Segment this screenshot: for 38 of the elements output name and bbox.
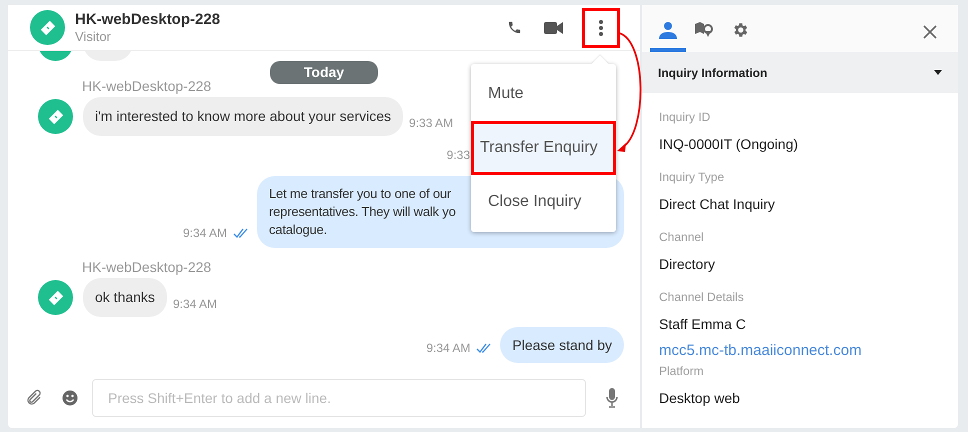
avatar-icon	[38, 280, 73, 315]
avatar-icon	[30, 10, 65, 45]
field-label: Channel	[659, 229, 705, 246]
avatar-icon	[38, 99, 73, 134]
more-icon	[599, 20, 603, 36]
menu-item[interactable]: Transfer Enquiry	[471, 121, 616, 175]
field-label: Platform	[659, 363, 705, 380]
microphone-icon	[606, 388, 618, 408]
message-time: 9:34 AM	[182, 225, 227, 242]
field-value: Direct Chat Inquiry	[659, 195, 776, 214]
field-label: Channel Details	[659, 289, 745, 306]
field-value: INQ-0000IT (Ongoing)	[659, 135, 800, 154]
caret-icon	[934, 70, 942, 75]
section-header[interactable]: Inquiry Information	[642, 52, 958, 93]
incoming-message: i'm interested to know more about your services	[83, 97, 404, 136]
smiley-icon	[62, 390, 78, 406]
more-options-button[interactable]	[582, 8, 620, 48]
menu-item[interactable]: Mute	[471, 67, 616, 121]
date-divider: Today	[270, 61, 378, 84]
outgoing-message: Please stand by	[500, 327, 624, 363]
field-value: Staff Emma C	[659, 315, 747, 334]
map-pin-icon	[694, 21, 714, 39]
contact-name: HK-webDesktop-228	[75, 10, 220, 28]
field-value: Directory	[659, 255, 716, 274]
message-time: 9:34 AM	[426, 340, 470, 357]
sender-name: HK-webDesktop-228	[82, 77, 212, 95]
field-value: Desktop web	[659, 389, 741, 408]
field-label: Inquiry ID	[659, 109, 712, 126]
incoming-message: ok thanks	[83, 278, 167, 317]
contact-status: Visitor	[75, 28, 112, 44]
field-label: Inquiry Type	[659, 169, 726, 186]
message-input[interactable]: Press Shift+Enter to add a new line.	[92, 379, 586, 417]
sender-name: HK-webDesktop-228	[82, 258, 212, 276]
message-time: 9:33	[446, 147, 470, 164]
message-time: 9:33 AM	[409, 114, 454, 132]
menu-item[interactable]: Close Inquiry	[471, 175, 616, 229]
person-icon	[657, 21, 679, 39]
message-time: 9:34 AM	[172, 296, 217, 312]
